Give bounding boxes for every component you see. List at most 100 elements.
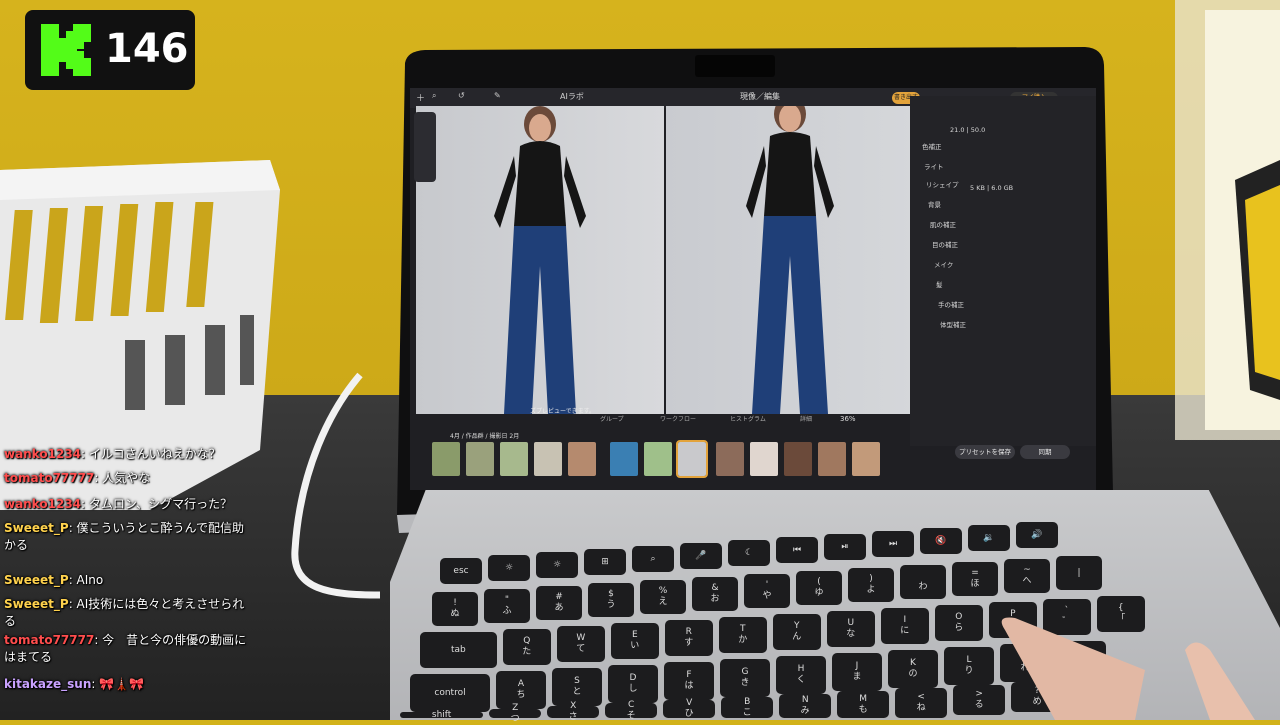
chat-message: Sweeet_P: AIno xyxy=(4,572,254,589)
keyboard-key[interactable]: ⏮ xyxy=(776,537,818,563)
keyboard-key[interactable]: control xyxy=(410,674,490,712)
keyboard-key[interactable]: H く xyxy=(776,656,826,694)
keyboard-key[interactable]: G き xyxy=(720,659,770,697)
keyboard-key[interactable]: W て xyxy=(556,626,605,662)
keyboard-key[interactable]: I に xyxy=(880,608,929,644)
keyboard-key[interactable]: N み xyxy=(779,694,832,718)
keyboard-key[interactable]: B こ xyxy=(721,697,774,718)
keyboard-key[interactable]: ~ へ xyxy=(1004,559,1050,593)
thumbnail[interactable] xyxy=(750,442,778,476)
keyboard-key[interactable]: V ひ xyxy=(663,698,716,719)
keyboard-key[interactable]: E い xyxy=(610,623,659,659)
keyboard-key[interactable]: $ う xyxy=(588,583,634,617)
zoom-level[interactable]: 36% xyxy=(840,415,856,423)
kick-logo-icon xyxy=(41,24,91,76)
panel-item[interactable]: 目の補正 xyxy=(932,239,958,249)
keyboard-key[interactable]: < ね xyxy=(895,688,948,718)
keyboard-key[interactable]: 🔊 xyxy=(1016,522,1058,548)
keyboard-key[interactable]: A ち xyxy=(496,671,546,709)
keyboard-key[interactable]: Y ん xyxy=(772,614,821,650)
keyboard-key[interactable]: J ま xyxy=(832,653,882,691)
panel-item[interactable]: 色補正 xyxy=(922,141,942,151)
rotate-icon[interactable]: ↺ xyxy=(458,91,465,100)
keyboard-key[interactable]: ⏭ xyxy=(872,531,914,557)
toolbar-item[interactable]: ヒストグラム xyxy=(730,414,766,423)
panel-item[interactable]: ライト xyxy=(924,161,944,171)
keyboard-key[interactable]: ⏯ xyxy=(824,534,866,560)
keyboard-key[interactable]: L り xyxy=(944,647,994,685)
keyboard-key[interactable]: わ xyxy=(900,565,946,599)
thumbnail-selected[interactable] xyxy=(676,440,708,478)
panel-item[interactable]: 肌の補正 xyxy=(930,219,956,229)
add-icon[interactable]: ＋ xyxy=(416,91,425,104)
thumbnail[interactable] xyxy=(432,442,460,476)
tool-strip[interactable] xyxy=(414,112,436,182)
keyboard-key[interactable]: ) よ xyxy=(848,568,894,602)
viewer-count: 146 xyxy=(105,26,189,72)
toolbar-item[interactable]: 詳細 xyxy=(800,414,812,423)
chat-message: wanko1234: タムロン、シグマ行った？ xyxy=(4,496,254,513)
toolbar-item[interactable]: グループ xyxy=(600,414,624,423)
chat-username: Sweeet_P xyxy=(4,597,69,611)
keyboard-key[interactable]: Z つ xyxy=(489,703,542,724)
keyboard-key[interactable]: ⌕ xyxy=(632,546,674,572)
keyboard-key[interactable]: ' や xyxy=(744,574,790,608)
keyboard-key[interactable]: O ら xyxy=(934,605,983,641)
keyboard-key[interactable]: ☼ xyxy=(488,555,530,581)
sync-button[interactable]: 同期 xyxy=(1020,445,1070,459)
keyboard-key[interactable]: D し xyxy=(608,665,658,703)
keyboard-key[interactable]: R す xyxy=(664,620,713,656)
folder-path[interactable]: 4月 / 作品群 / 撮影日 2月 xyxy=(450,431,519,440)
keyboard-key[interactable]: M も xyxy=(837,691,890,718)
thumbnail[interactable] xyxy=(818,442,846,476)
keyboard-key[interactable]: & お xyxy=(692,577,738,611)
panel-item[interactable]: 髪 xyxy=(936,279,943,289)
thumbnail[interactable] xyxy=(500,442,528,476)
keyboard-key[interactable]: Q た xyxy=(502,629,551,665)
thumbnail[interactable] xyxy=(610,442,638,476)
keyboard-key[interactable]: 🔉 xyxy=(968,525,1010,551)
keyboard-key[interactable]: # あ xyxy=(536,586,582,620)
laptop-screen: ＋ ⌕ ↺ ✎ AIラボ 現像／編集 書き出す マイ購入 ズプレビューできます。 xyxy=(410,88,1096,490)
panel-item[interactable]: 体型補正 xyxy=(940,319,966,329)
keyboard-key[interactable]: = ほ xyxy=(952,562,998,596)
search-icon[interactable]: ⌕ xyxy=(432,91,436,101)
keyboard-key[interactable]: 🔇 xyxy=(920,528,962,554)
keyboard-key[interactable]: ( ゆ xyxy=(796,571,842,605)
keyboard-key[interactable]: tab xyxy=(420,632,497,668)
panel-item[interactable]: 手の補正 xyxy=(938,299,964,309)
thumbnail[interactable] xyxy=(852,442,880,476)
keyboard-key[interactable]: C そ xyxy=(605,700,658,721)
keyboard-key[interactable]: K の xyxy=(888,650,938,688)
thumbnail[interactable] xyxy=(784,442,812,476)
panel-item[interactable]: リシェイプ xyxy=(926,179,959,189)
thumbnail[interactable] xyxy=(568,442,596,476)
keyboard-key[interactable]: T か xyxy=(718,617,767,653)
keyboard-key[interactable]: 🎤 xyxy=(680,543,722,569)
thumbnail[interactable] xyxy=(716,442,744,476)
keyboard-key[interactable]: ⊞ xyxy=(584,549,626,575)
keyboard-key[interactable]: shift xyxy=(400,710,484,720)
keyboard-key[interactable]: ! ぬ xyxy=(432,592,478,626)
panel-item[interactable]: 背景 xyxy=(928,199,941,209)
keyboard-key[interactable]: ☾ xyxy=(728,540,770,566)
keyboard-key[interactable]: esc xyxy=(440,558,482,584)
keyboard-key[interactable]: X さ xyxy=(547,701,600,722)
brush-icon[interactable]: ✎ xyxy=(494,91,501,100)
keyboard-key[interactable]: F は xyxy=(664,662,714,700)
chat-separator: : xyxy=(68,521,77,535)
ai-lab-label[interactable]: AIラボ xyxy=(560,91,584,102)
after-preview-pane[interactable] xyxy=(666,96,934,414)
toolbar-item[interactable]: ワークフロー xyxy=(660,414,696,423)
thumbnail[interactable] xyxy=(466,442,494,476)
save-preset-button[interactable]: プリセットを保存 xyxy=(955,445,1015,459)
thumbnail[interactable] xyxy=(534,442,562,476)
thumbnail[interactable] xyxy=(644,442,672,476)
panel-item[interactable]: メイク xyxy=(934,259,953,269)
before-preview-pane[interactable] xyxy=(416,106,664,414)
keyboard-key[interactable]: U な xyxy=(826,611,875,647)
keyboard-key[interactable]: | xyxy=(1056,556,1102,590)
keyboard-key[interactable]: ☼ xyxy=(536,552,578,578)
keyboard-key[interactable]: % え xyxy=(640,580,686,614)
keyboard-key[interactable]: " ふ xyxy=(484,589,530,623)
